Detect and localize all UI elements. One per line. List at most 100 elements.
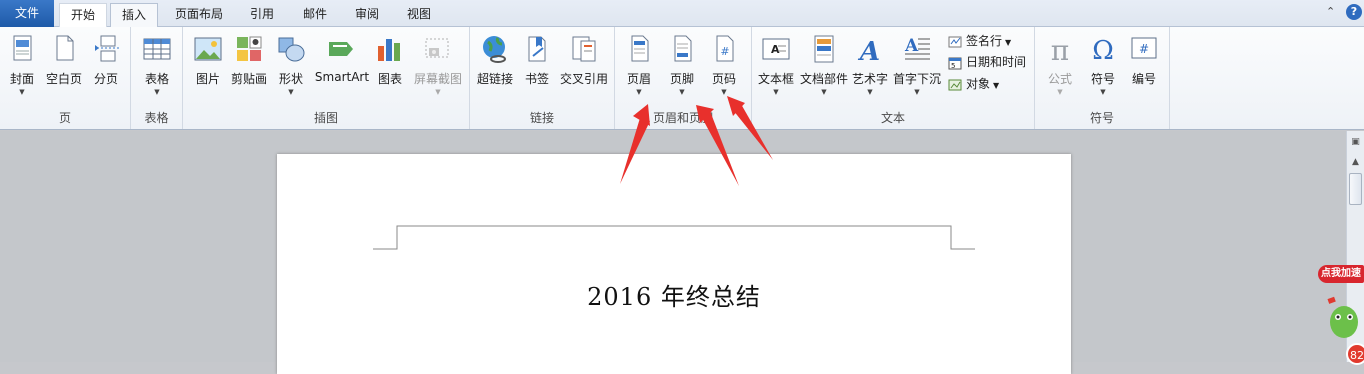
tab-home[interactable]: 开始 [59, 3, 107, 27]
header-icon [631, 35, 649, 62]
cross-reference-button[interactable]: 交叉引用 [557, 30, 611, 104]
signature-line-label: 签名行 [966, 34, 1003, 48]
omega-icon: Ω [1092, 36, 1114, 64]
chevron-down-icon: ▼ [821, 88, 827, 96]
document-title[interactable]: 2016 年终总结 [277, 277, 1071, 312]
pi-icon: π [1051, 34, 1069, 64]
symbol-label: 符号 [1090, 72, 1115, 86]
scroll-up-icon[interactable]: ▲ [1349, 157, 1362, 167]
picture-button[interactable]: 图片 [190, 30, 226, 104]
drop-cap-icon: A [904, 36, 930, 60]
chevron-down-icon: ▼ [993, 81, 1000, 90]
svg-text:A: A [771, 43, 780, 56]
group-illustrations: 图片 剪贴画 形状 ▼ SmartArt 图表 屏幕截图 ▼ 插图 [183, 27, 470, 129]
tab-review[interactable]: 审阅 [343, 3, 391, 27]
table-icon [143, 38, 171, 60]
text-box-icon: A [762, 38, 790, 60]
svg-text:A: A [857, 37, 880, 64]
wordart-label: 艺术字 [851, 72, 888, 86]
cover-page-button[interactable]: 封面 ▼ [4, 30, 40, 104]
document-workspace: 2016 年终总结 [0, 131, 1346, 374]
quick-parts-button[interactable]: 文档部件 ▼ [798, 30, 850, 104]
group-symbols-label: 符号 [1089, 111, 1114, 125]
quick-parts-icon [814, 35, 834, 63]
signature-icon [948, 36, 962, 47]
screenshot-label: 屏幕截图 [413, 72, 462, 86]
svg-text:5: 5 [951, 62, 955, 70]
document-page[interactable]: 2016 年终总结 [277, 154, 1071, 374]
object-button[interactable]: 对象 ▼ [948, 74, 999, 94]
smartart-icon [329, 42, 353, 56]
svg-text:Ω: Ω [1092, 36, 1114, 64]
group-text-label: 文本 [880, 111, 905, 125]
cross-reference-label: 交叉引用 [559, 72, 608, 86]
header-button[interactable]: 页眉 ▼ [621, 30, 657, 104]
equation-button[interactable]: π 公式 ▼ [1041, 30, 1079, 104]
ruler-toggle-icon[interactable]: ▣ [1349, 137, 1362, 147]
group-header-footer-label: 页眉和页脚 [652, 111, 713, 125]
page-number-label: 页码 [711, 72, 736, 86]
blank-page-button[interactable]: 空白页 [43, 30, 85, 104]
drop-cap-label: 首字下沉 [892, 72, 941, 86]
chevron-down-icon: ▼ [867, 88, 873, 96]
bookmark-button[interactable]: 书签 [520, 30, 554, 104]
numbering-label: 编号 [1131, 72, 1156, 86]
help-icon[interactable]: ? [1346, 4, 1362, 20]
table-button[interactable]: 表格 ▼ [137, 30, 177, 104]
page-break-label: 分页 [93, 72, 118, 86]
chart-icon [378, 39, 400, 61]
chevron-down-icon: ▼ [1100, 88, 1106, 96]
date-time-label: 日期和时间 [966, 55, 1027, 69]
date-time-button[interactable]: 5 日期和时间 [948, 52, 1026, 72]
page-break-button[interactable]: 分页 [89, 30, 123, 104]
calendar-icon: 5 [948, 57, 962, 70]
tab-view[interactable]: 视图 [395, 3, 443, 27]
wordart-button[interactable]: A 艺术字 ▼ [851, 30, 889, 104]
footer-label: 页脚 [669, 72, 694, 86]
smartart-button[interactable]: SmartArt [313, 30, 371, 104]
text-box-label: 文本框 [757, 72, 794, 86]
text-box-button[interactable]: A 文本框 ▼ [755, 30, 797, 104]
page-number-button[interactable]: # 页码 ▼ [706, 30, 742, 104]
speed-boost-badge[interactable]: 点我加速 [1318, 265, 1364, 283]
tab-references[interactable]: 引用 [238, 3, 286, 27]
numbering-button[interactable]: # 编号 [1125, 30, 1163, 104]
picture-label: 图片 [195, 72, 220, 86]
globe-link-icon [483, 36, 506, 63]
object-label: 对象 [966, 77, 991, 91]
picture-icon [194, 37, 222, 61]
table-label: 表格 [144, 72, 169, 86]
chart-button[interactable]: 图表 [373, 30, 407, 104]
clipart-button[interactable]: 剪贴画 [229, 30, 269, 104]
page-number-icon: # [716, 35, 734, 62]
shapes-icon [278, 37, 305, 62]
symbol-button[interactable]: Ω 符号 ▼ [1083, 30, 1123, 104]
footer-button[interactable]: 页脚 ▼ [664, 30, 700, 104]
tab-insert[interactable]: 插入 [110, 3, 158, 28]
signature-line-button[interactable]: 签名行 ▼ [948, 31, 1011, 51]
chevron-down-icon: ▼ [1005, 38, 1012, 47]
screenshot-button[interactable]: 屏幕截图 ▼ [411, 30, 465, 104]
scroll-thumb[interactable] [1349, 173, 1362, 205]
blank-page-label: 空白页 [45, 72, 82, 86]
hyperlink-button[interactable]: 超链接 [473, 30, 517, 104]
group-illustrations-label: 插图 [313, 111, 338, 125]
tab-file[interactable]: 文件 [0, 0, 54, 27]
tab-mailings[interactable]: 邮件 [291, 3, 339, 27]
tab-page-layout[interactable]: 页面布局 [166, 3, 232, 27]
number-icon: # [1131, 37, 1157, 59]
minimize-ribbon-icon[interactable]: ⌃ [1326, 5, 1335, 18]
page-break-icon [95, 35, 119, 62]
shapes-button[interactable]: 形状 ▼ [274, 30, 308, 104]
cross-reference-icon [572, 36, 596, 62]
equation-label: 公式 [1047, 72, 1072, 86]
quick-parts-label: 文档部件 [799, 72, 848, 86]
svg-text:#: # [720, 45, 729, 58]
chevron-down-icon: ▼ [636, 88, 642, 96]
mascot-icon[interactable] [1322, 292, 1362, 342]
clipart-label: 剪贴画 [230, 72, 267, 86]
wordart-icon: A [857, 37, 880, 64]
svg-text:#: # [1139, 42, 1149, 56]
drop-cap-button[interactable]: A 首字下沉 ▼ [891, 30, 943, 104]
group-pages: 封面 ▼ 空白页 分页 页 [0, 27, 131, 129]
